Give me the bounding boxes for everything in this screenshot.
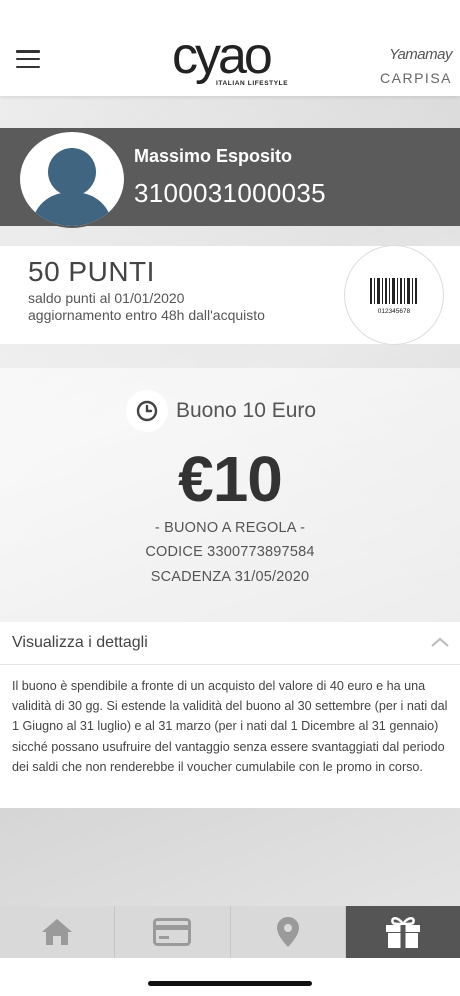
brand-yamamay: Yamamay bbox=[389, 46, 452, 63]
cyao-logo: cyao ITALIAN LIFESTYLE bbox=[172, 27, 292, 94]
menu-icon[interactable] bbox=[16, 50, 40, 68]
nav-stores[interactable] bbox=[231, 906, 346, 958]
chevron-up-icon[interactable] bbox=[430, 635, 450, 653]
clock-icon bbox=[126, 390, 168, 432]
avatar bbox=[18, 130, 126, 228]
divider bbox=[0, 664, 460, 665]
barcode-icon: 012345678 bbox=[368, 275, 420, 315]
card-icon bbox=[153, 918, 192, 946]
bottom-nav bbox=[0, 906, 460, 958]
nav-card[interactable] bbox=[115, 906, 231, 958]
barcode-button[interactable]: 012345678 bbox=[344, 245, 444, 345]
location-pin-icon bbox=[276, 917, 299, 947]
voucher-title: Buono 10 Euro bbox=[176, 399, 317, 422]
voucher-code: CODICE 3300773897584 bbox=[145, 544, 315, 560]
details-toggle-label: Visualizza i dettagli bbox=[12, 634, 148, 651]
barcode-caption: 012345678 bbox=[378, 308, 411, 315]
details-text: Il buono è spendibile a fronte di un acq… bbox=[12, 679, 448, 774]
points-update-note: aggiornamento entro 48h dall'acquisto bbox=[28, 307, 265, 323]
voucher-header: Buono 10 Euro bbox=[126, 390, 316, 432]
voucher-status: - BUONO A REGOLA - bbox=[154, 520, 306, 536]
voucher-amount: €10 bbox=[178, 443, 283, 515]
home-icon bbox=[42, 919, 73, 945]
nav-home[interactable] bbox=[0, 906, 116, 958]
logo-text: cyao bbox=[172, 27, 273, 85]
voucher-expiry: SCADENZA 31/05/2020 bbox=[150, 569, 310, 585]
user-silhouette-icon bbox=[30, 148, 114, 226]
logo-tagline: ITALIAN LIFESTYLE bbox=[216, 80, 289, 87]
points-title: 50 PUNTI bbox=[28, 256, 155, 287]
gift-icon bbox=[385, 917, 420, 948]
card-number: 3100031000035 bbox=[134, 178, 326, 208]
points-balance-date: saldo punti al 01/01/2020 bbox=[28, 290, 185, 306]
user-name: Massimo Esposito bbox=[134, 146, 293, 166]
home-indicator-area bbox=[0, 958, 460, 996]
brand-carpisa: CARPISA bbox=[380, 70, 452, 86]
home-indicator[interactable] bbox=[148, 981, 312, 986]
app-header: cyao ITALIAN LIFESTYLE Yamamay CARPISA bbox=[0, 0, 460, 96]
nav-vouchers[interactable] bbox=[345, 906, 460, 958]
